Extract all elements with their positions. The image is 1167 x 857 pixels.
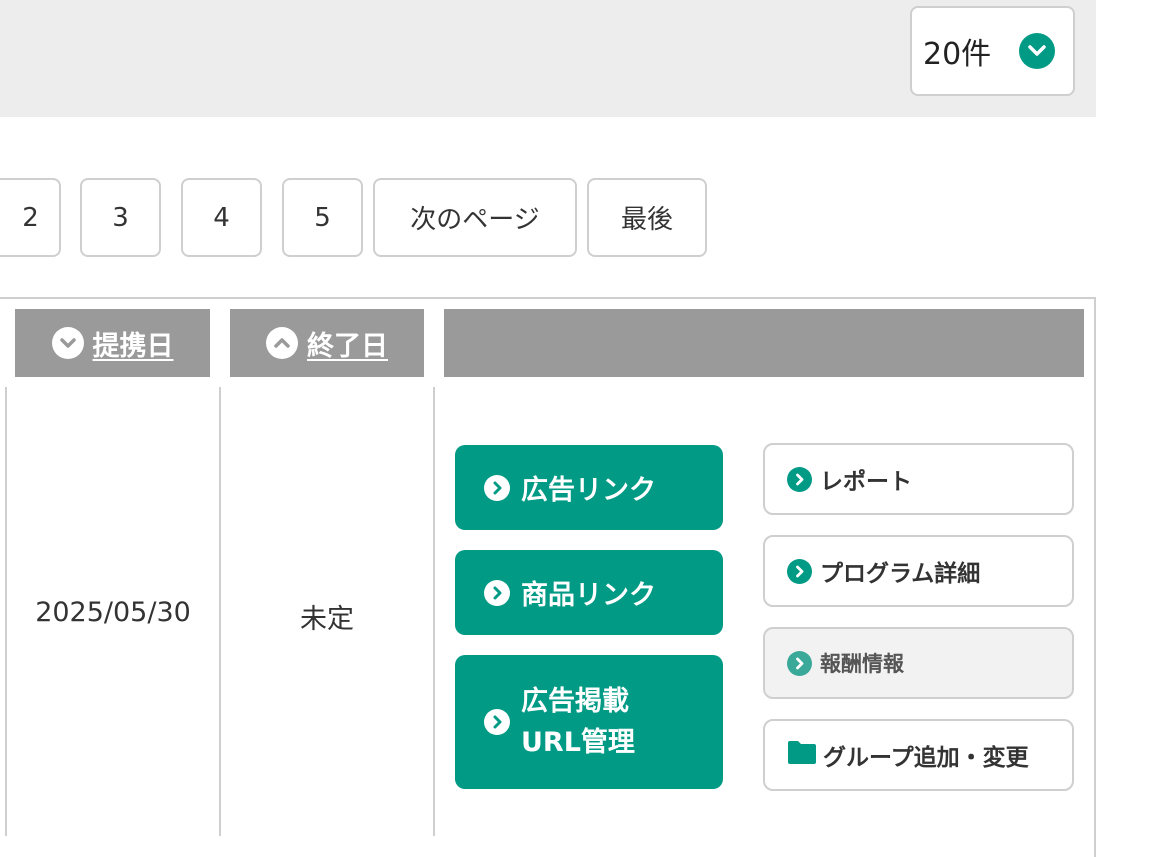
program-detail-button[interactable]: プログラム詳細 — [763, 535, 1074, 607]
next-page-button[interactable]: 次のページ — [373, 178, 577, 257]
group-change-label: グループ追加・変更 — [823, 745, 1029, 771]
header-end-date: 終了日 — [230, 309, 424, 377]
chevron-right-icon — [787, 650, 812, 676]
header-actions — [444, 309, 1084, 377]
folder-icon — [787, 740, 817, 770]
product-link-label: 商品リンク — [521, 580, 656, 611]
page-button-4[interactable]: 4 — [181, 178, 262, 257]
ad-url-line2: URL管理 — [521, 727, 635, 758]
chevron-right-icon — [484, 474, 510, 501]
per-page-value: 20件 — [923, 37, 992, 72]
report-button[interactable]: レポート — [763, 443, 1074, 515]
page-number: 4 — [213, 202, 230, 233]
report-label: レポート — [820, 469, 912, 495]
header-partner-date: 提携日 — [15, 309, 210, 377]
page-button-5[interactable]: 5 — [282, 178, 363, 257]
chevron-down-icon — [1019, 33, 1055, 69]
column-divider — [433, 387, 435, 836]
ad-url-line1: 広告掲載 — [521, 686, 629, 717]
page-button-3[interactable]: 3 — [80, 178, 161, 257]
chevron-right-icon — [484, 579, 510, 606]
chevron-up-icon[interactable] — [266, 327, 298, 359]
per-page-select[interactable]: 20件 — [910, 6, 1075, 96]
reward-info-label: 報酬情報 — [820, 652, 904, 676]
page-number: 2 — [22, 202, 39, 233]
page-button-2[interactable]: 2 — [0, 178, 61, 257]
next-page-label: 次のページ — [410, 205, 540, 235]
last-page-button[interactable]: 最後 — [587, 178, 707, 257]
product-link-button[interactable]: 商品リンク — [455, 550, 723, 635]
page-number: 5 — [314, 202, 331, 233]
chevron-right-icon — [484, 709, 510, 735]
chevron-right-icon — [787, 558, 812, 584]
sort-partner-date-link[interactable]: 提携日 — [93, 324, 174, 363]
ad-url-management-label: 広告掲載 URL管理 — [521, 681, 635, 763]
page-number: 3 — [112, 202, 129, 233]
ad-url-management-button[interactable]: 広告掲載 URL管理 — [455, 655, 723, 789]
ad-link-button[interactable]: 広告リンク — [455, 445, 723, 530]
last-page-label: 最後 — [620, 205, 673, 235]
partner-date-cell: 2025/05/30 — [35, 597, 191, 628]
sort-end-date-link[interactable]: 終了日 — [307, 324, 388, 363]
end-date-cell: 未定 — [300, 604, 354, 635]
reward-info-button[interactable]: 報酬情報 — [763, 627, 1074, 699]
chevron-down-icon[interactable] — [51, 327, 84, 359]
ad-link-label: 広告リンク — [521, 475, 656, 506]
chevron-right-icon — [787, 466, 812, 492]
group-change-button[interactable]: グループ追加・変更 — [763, 719, 1074, 791]
program-detail-label: プログラム詳細 — [820, 561, 981, 587]
